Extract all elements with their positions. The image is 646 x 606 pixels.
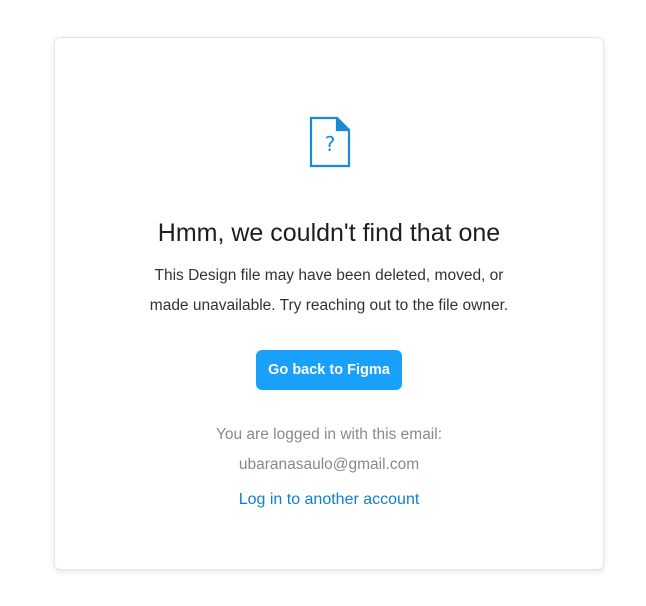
go-back-button[interactable]: Go back to Figma bbox=[256, 350, 402, 390]
user-email: ubaranasaulo@gmail.com bbox=[238, 456, 420, 473]
logged-in-label: You are logged in with this email: bbox=[215, 426, 443, 443]
page-title: Hmm, we couldn't find that one bbox=[157, 219, 501, 247]
icon-question-glyph: ? bbox=[325, 132, 336, 156]
page: ? Hmm, we couldn't find that one This De… bbox=[0, 0, 646, 606]
file-question-icon-graphic: ? bbox=[309, 116, 351, 168]
file-question-icon: ? bbox=[309, 116, 351, 168]
error-description-line-1: This Design file may have been deleted, … bbox=[154, 267, 504, 284]
error-description: This Design file may have been deleted, … bbox=[115, 261, 543, 321]
error-description-line-2: made unavailable. Try reaching out to th… bbox=[149, 297, 509, 314]
switch-account-link[interactable]: Log in to another account bbox=[55, 488, 603, 512]
error-card: ? Hmm, we couldn't find that one This De… bbox=[54, 37, 604, 570]
